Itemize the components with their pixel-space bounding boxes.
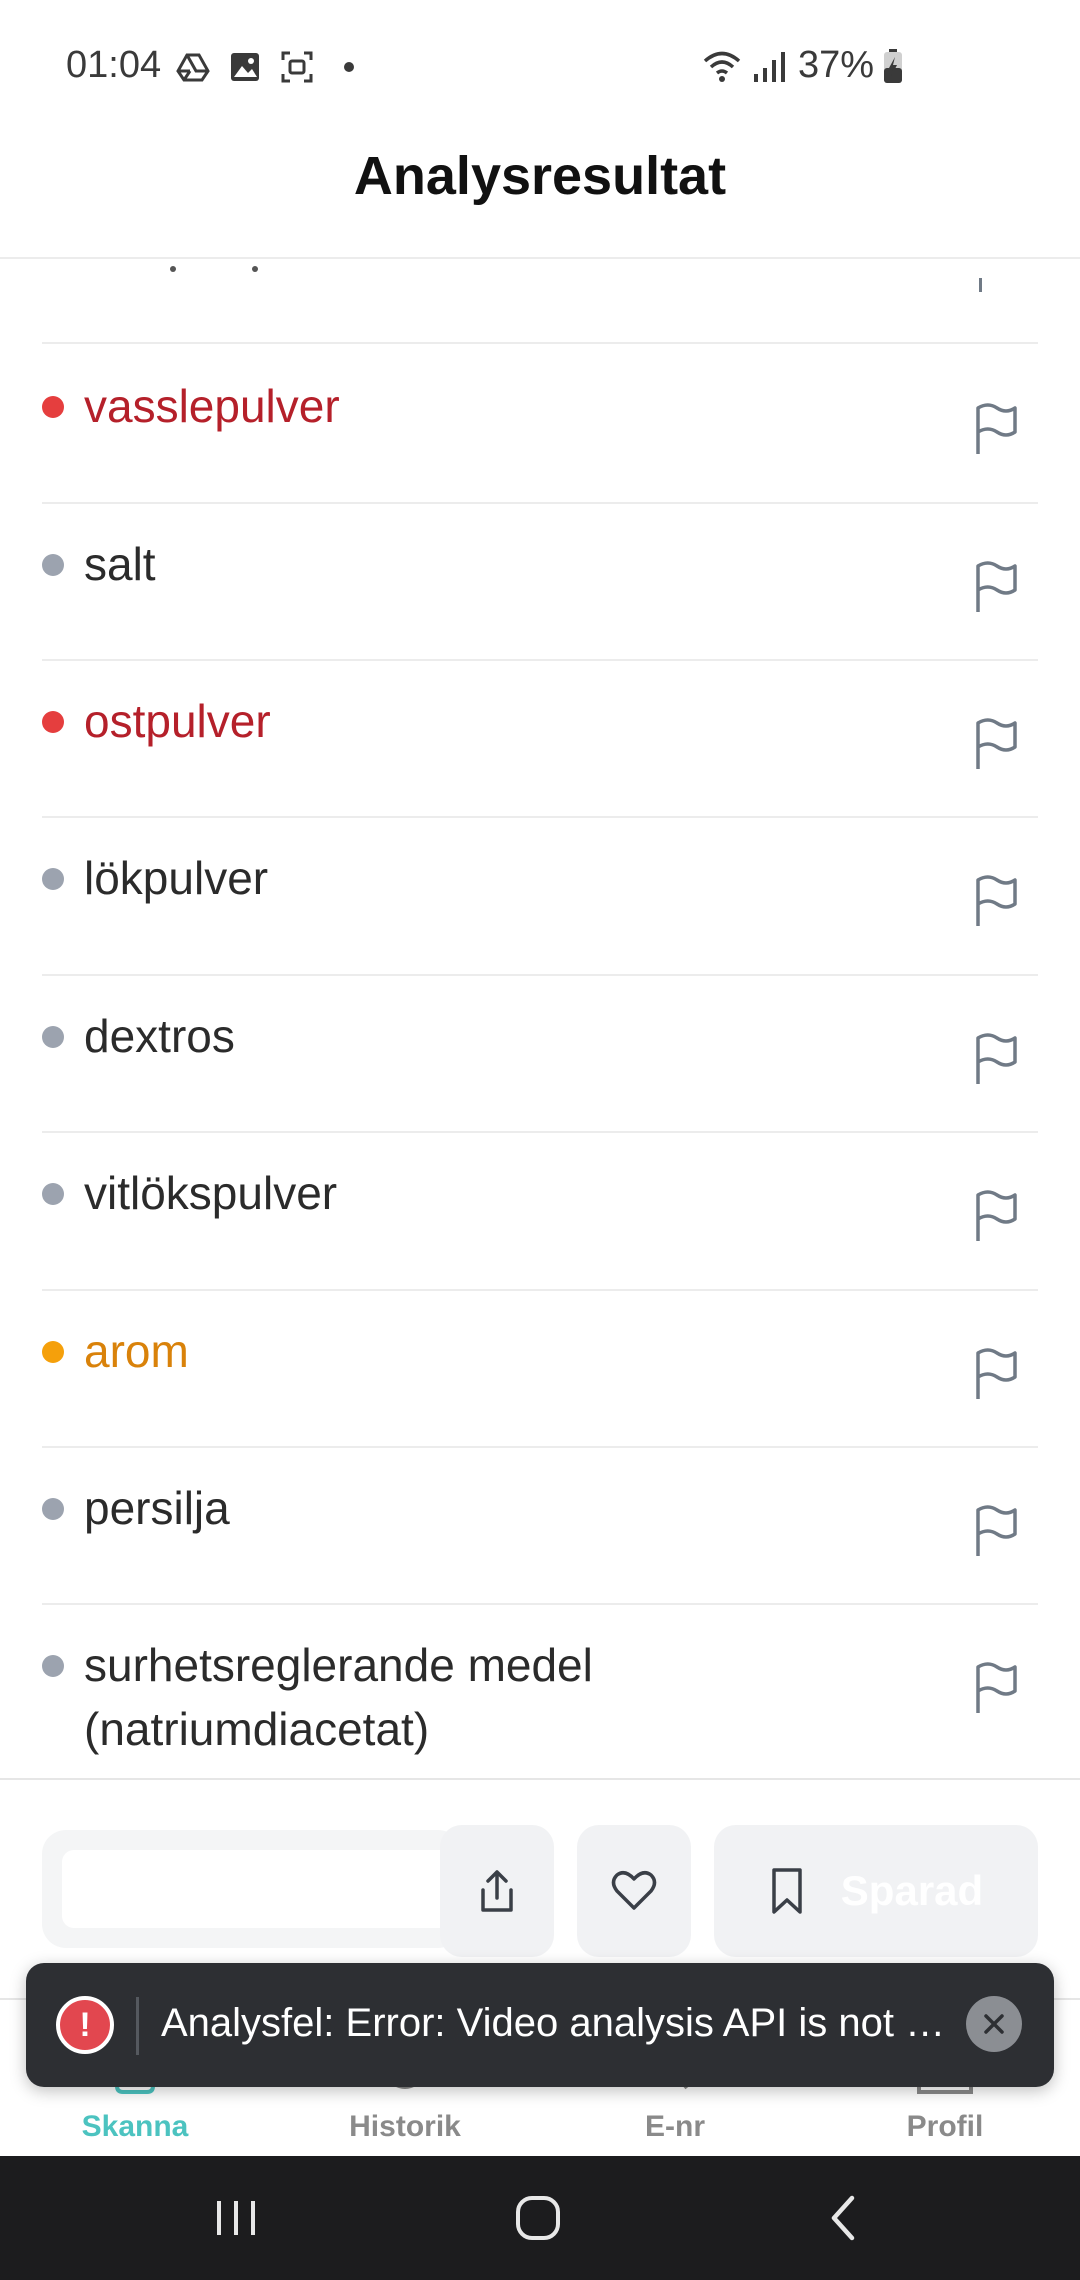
nav-label: Historik [349, 2110, 461, 2143]
screen-capture-icon [280, 50, 314, 84]
list-item-partial [42, 260, 1038, 344]
battery-icon [882, 48, 904, 84]
error-icon: ! [56, 1996, 114, 2054]
recent-apps-button[interactable] [206, 2190, 266, 2246]
wifi-icon [702, 48, 742, 84]
battery-percentage: 37% [797, 44, 874, 86]
back-icon [831, 2195, 855, 2241]
nav-label: Skanna [81, 2110, 189, 2143]
heart-icon [611, 1871, 657, 1910]
nav-label: Profil [906, 2110, 984, 2143]
image-icon [228, 50, 262, 84]
flag-icon[interactable] [972, 874, 1020, 928]
ingredient-name: persilja [84, 1482, 230, 1534]
flag-icon[interactable] [972, 560, 1020, 614]
toast-divider [136, 1997, 139, 2055]
partial-text [126, 266, 266, 280]
note-field[interactable] [42, 1830, 462, 1948]
error-toast: ! Analysfel: Error: Video analysis API i… [26, 1963, 1054, 2087]
save-label: Sparad [840, 1867, 984, 1914]
list-item[interactable]: vitlökspulver [42, 1133, 1038, 1291]
bookmark-icon [772, 1868, 802, 1914]
ingredient-name: vasslepulver [84, 380, 340, 432]
share-icon [481, 1870, 513, 1912]
status-time: 01:04 [66, 44, 162, 86]
close-icon [984, 2014, 1004, 2034]
share-button[interactable] [440, 1825, 554, 1957]
list-item[interactable]: arom [42, 1291, 1038, 1448]
ingredient-name-line2: (natriumdiacetat) [84, 1703, 430, 1755]
flag-icon[interactable] [972, 402, 1020, 456]
status-dot [42, 554, 64, 576]
list-item[interactable]: salt [42, 504, 1038, 661]
toast-message: Analysfel: Error: Video analysis API is … [161, 2001, 946, 2045]
flag-icon[interactable] [972, 1661, 1020, 1715]
list-item[interactable]: lökpulver [42, 818, 1038, 976]
flag-icon[interactable] [972, 717, 1020, 771]
flag-icon[interactable] [972, 1504, 1020, 1558]
ingredient-name: surhetsreglerande medel (natriumdiacetat… [84, 1633, 593, 1761]
ingredient-name: arom [84, 1325, 189, 1377]
flag-icon[interactable] [972, 1189, 1020, 1243]
flag-icon[interactable] [972, 1347, 1020, 1401]
nav-label: E-nr [645, 2110, 705, 2143]
status-dot [42, 1183, 64, 1205]
ingredient-name-line1: surhetsreglerande medel [84, 1639, 593, 1691]
ingredient-name: vitlökspulver [84, 1167, 338, 1219]
status-notification-icons [176, 50, 354, 84]
flag-icon [979, 278, 982, 292]
save-button[interactable]: Sparad [714, 1825, 1038, 1957]
status-dot [42, 711, 64, 733]
screen: 01:04 37% Analysresultat vasslepulver sa… [0, 0, 1080, 2280]
status-dot [42, 1655, 64, 1677]
signal-icon [750, 48, 790, 84]
ingredient-name: ostpulver [84, 695, 271, 747]
action-bar: Sparad [0, 1778, 1080, 1978]
ingredient-list[interactable]: vasslepulver salt ostpulver lökpulver de… [0, 260, 1080, 1778]
home-button[interactable] [508, 2190, 568, 2246]
status-dot [42, 868, 64, 890]
toast-close-button[interactable] [966, 1996, 1022, 2052]
list-item[interactable]: dextros [42, 976, 1038, 1133]
status-dot [42, 1498, 64, 1520]
status-dot [42, 1341, 64, 1363]
flag-icon[interactable] [972, 1032, 1020, 1086]
back-button[interactable] [812, 2190, 872, 2246]
drive-icon [176, 50, 210, 84]
ingredient-name: salt [84, 538, 156, 590]
list-item[interactable]: persilja [42, 1448, 1038, 1605]
favorite-button[interactable] [577, 1825, 691, 1957]
system-navigation-bar [0, 2156, 1080, 2280]
status-bar: 01:04 37% [0, 0, 1080, 135]
status-dot [42, 1026, 64, 1048]
ingredient-name: lökpulver [84, 852, 269, 904]
list-item[interactable]: ostpulver [42, 661, 1038, 818]
home-icon [516, 2196, 560, 2240]
status-system-icons: 37% [702, 44, 904, 87]
note-field-inner [62, 1850, 462, 1928]
page-title: Analysresultat [353, 146, 727, 206]
list-item[interactable]: surhetsreglerande medel (natriumdiacetat… [42, 1605, 1038, 1778]
more-notifications-dot [344, 62, 354, 72]
app-header: Analysresultat [0, 135, 1080, 259]
list-item[interactable]: vasslepulver [42, 346, 1038, 504]
recent-apps-icon [217, 2201, 255, 2235]
status-dot [42, 396, 64, 418]
ingredient-name: dextros [84, 1010, 235, 1062]
